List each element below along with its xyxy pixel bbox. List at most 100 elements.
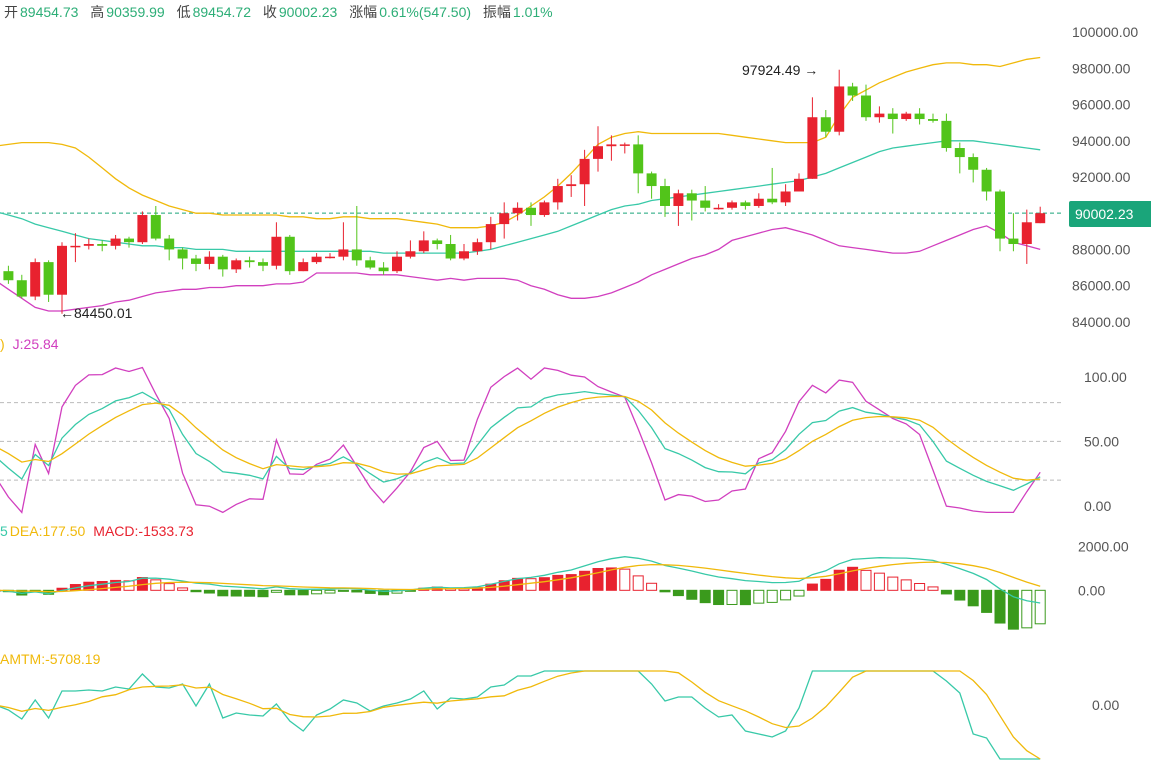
kdj-axis-tick: 100.00 [1084, 369, 1127, 385]
mtm-line [0, 670, 1041, 760]
macd-histogram-bar [900, 579, 912, 591]
kdj-d-line [0, 395, 1041, 481]
close-value: 90002.23 [278, 4, 338, 20]
candle-body [97, 244, 108, 246]
candle-body [298, 262, 309, 272]
candle-body [673, 193, 684, 206]
macd-histogram-bar [659, 589, 671, 593]
mtm-legend: AMTM:-5708.19 [0, 651, 108, 667]
macd-histogram-bar [297, 589, 309, 596]
chart-canvas[interactable]: 100000.00 98000.00 96000.00 94000.00 92000.0… [0, 0, 1151, 763]
candle-body [83, 244, 94, 246]
macd-histogram-bar [217, 589, 229, 597]
price-axis-tick: 96000.00 [1072, 97, 1131, 113]
macd-histogram-bar [672, 589, 684, 597]
amplitude-value: 1.01% [512, 4, 553, 20]
candle-body [566, 184, 577, 187]
macd-histogram-bar [619, 568, 631, 591]
candle-body [1021, 222, 1032, 245]
mtm-mamtm-value: AMTM:-5708.19 [0, 651, 101, 667]
macd-histogram-bar [954, 589, 966, 601]
candle-body [847, 86, 858, 96]
candle-body [445, 244, 456, 259]
candle-body [941, 120, 952, 149]
candle-body [660, 186, 670, 206]
candle-body [365, 260, 376, 268]
macd-histogram-bar [914, 583, 926, 591]
candle-body [57, 245, 67, 295]
candle-body [619, 144, 630, 146]
price-axis-tick: 86000.00 [1072, 278, 1131, 294]
macd-histogram-bar [177, 587, 189, 591]
macd-histogram-bar [873, 572, 885, 591]
macd-histogram-bar [311, 589, 323, 595]
candle-body [231, 260, 242, 270]
macd-histogram-bar [552, 574, 564, 591]
candle-body [499, 213, 510, 225]
candle-body [794, 178, 804, 192]
candle-body [485, 224, 496, 243]
macd-histogram-bar [940, 589, 952, 595]
candle-body [552, 186, 563, 203]
candle-body [700, 200, 711, 208]
mamtm-line [0, 670, 1041, 760]
macd-histogram-bar [230, 589, 242, 597]
price-axis-tick: 84000.00 [1072, 314, 1131, 330]
macd-histogram-bar [793, 589, 805, 597]
candle-body [861, 95, 871, 118]
candle-body [418, 240, 429, 252]
macd-histogram-bar [646, 582, 658, 591]
macd-histogram-bar [806, 583, 818, 591]
low-annotation: ←84450.01 [60, 305, 132, 321]
macd-histogram-bar [337, 589, 349, 592]
high-annotation: 97924.49 → [742, 62, 818, 78]
macd-axis-tick: 2000.00 [1078, 539, 1129, 555]
candle-body [686, 193, 697, 201]
candle-body [981, 169, 992, 192]
candle-body [191, 258, 201, 264]
kdj-legend: ) J:25.84 [0, 336, 67, 352]
macd-histogram-bar [270, 589, 282, 593]
candle-body [593, 146, 603, 159]
candle-body [284, 236, 295, 272]
macd-histogram-bar [525, 578, 537, 591]
macd-histogram-bar [699, 589, 711, 604]
mtm-axis-tick: 0.00 [1092, 697, 1119, 713]
candle-body [325, 256, 335, 259]
price-axis-tick: 92000.00 [1072, 169, 1131, 185]
candle-body [351, 249, 362, 261]
candle-body [3, 271, 14, 281]
candle-body [834, 86, 845, 132]
candle-body [70, 245, 81, 248]
candle-body [646, 173, 657, 187]
candle-body [338, 249, 349, 257]
candle-body [820, 117, 831, 132]
open-value: 89454.73 [20, 4, 79, 20]
macd-legend: 5 DEA:177.50 MACD:-1533.73 [0, 523, 202, 539]
macd-histogram-bar [605, 567, 617, 591]
macd-histogram-bar [190, 589, 202, 593]
candle-body [995, 191, 1005, 239]
macd-histogram-bar [686, 589, 698, 600]
macd-histogram-bar [967, 589, 979, 607]
amplitude-label: 振幅 [482, 4, 511, 20]
candle-body [526, 207, 536, 216]
candle-body [217, 256, 228, 270]
macd-histogram-bar [150, 579, 162, 591]
candle-body [177, 249, 188, 259]
candle-body [164, 238, 175, 250]
candle-body [459, 251, 469, 259]
macd-histogram-bar [351, 589, 363, 593]
candle-body [392, 256, 402, 272]
change-value: 0.61%(547.50) [379, 4, 472, 20]
macd-histogram-bar [739, 589, 751, 606]
right-arrow-icon: → [804, 62, 819, 78]
candle-body [150, 215, 161, 239]
open-label: 开 [4, 4, 18, 20]
candle-body [432, 240, 443, 245]
high-label: 高 [90, 4, 105, 20]
macd-histogram-bar [632, 575, 644, 591]
kdj-axis-tick: 0.00 [1084, 498, 1111, 514]
candle-body [579, 158, 590, 185]
candle-body [740, 202, 751, 206]
